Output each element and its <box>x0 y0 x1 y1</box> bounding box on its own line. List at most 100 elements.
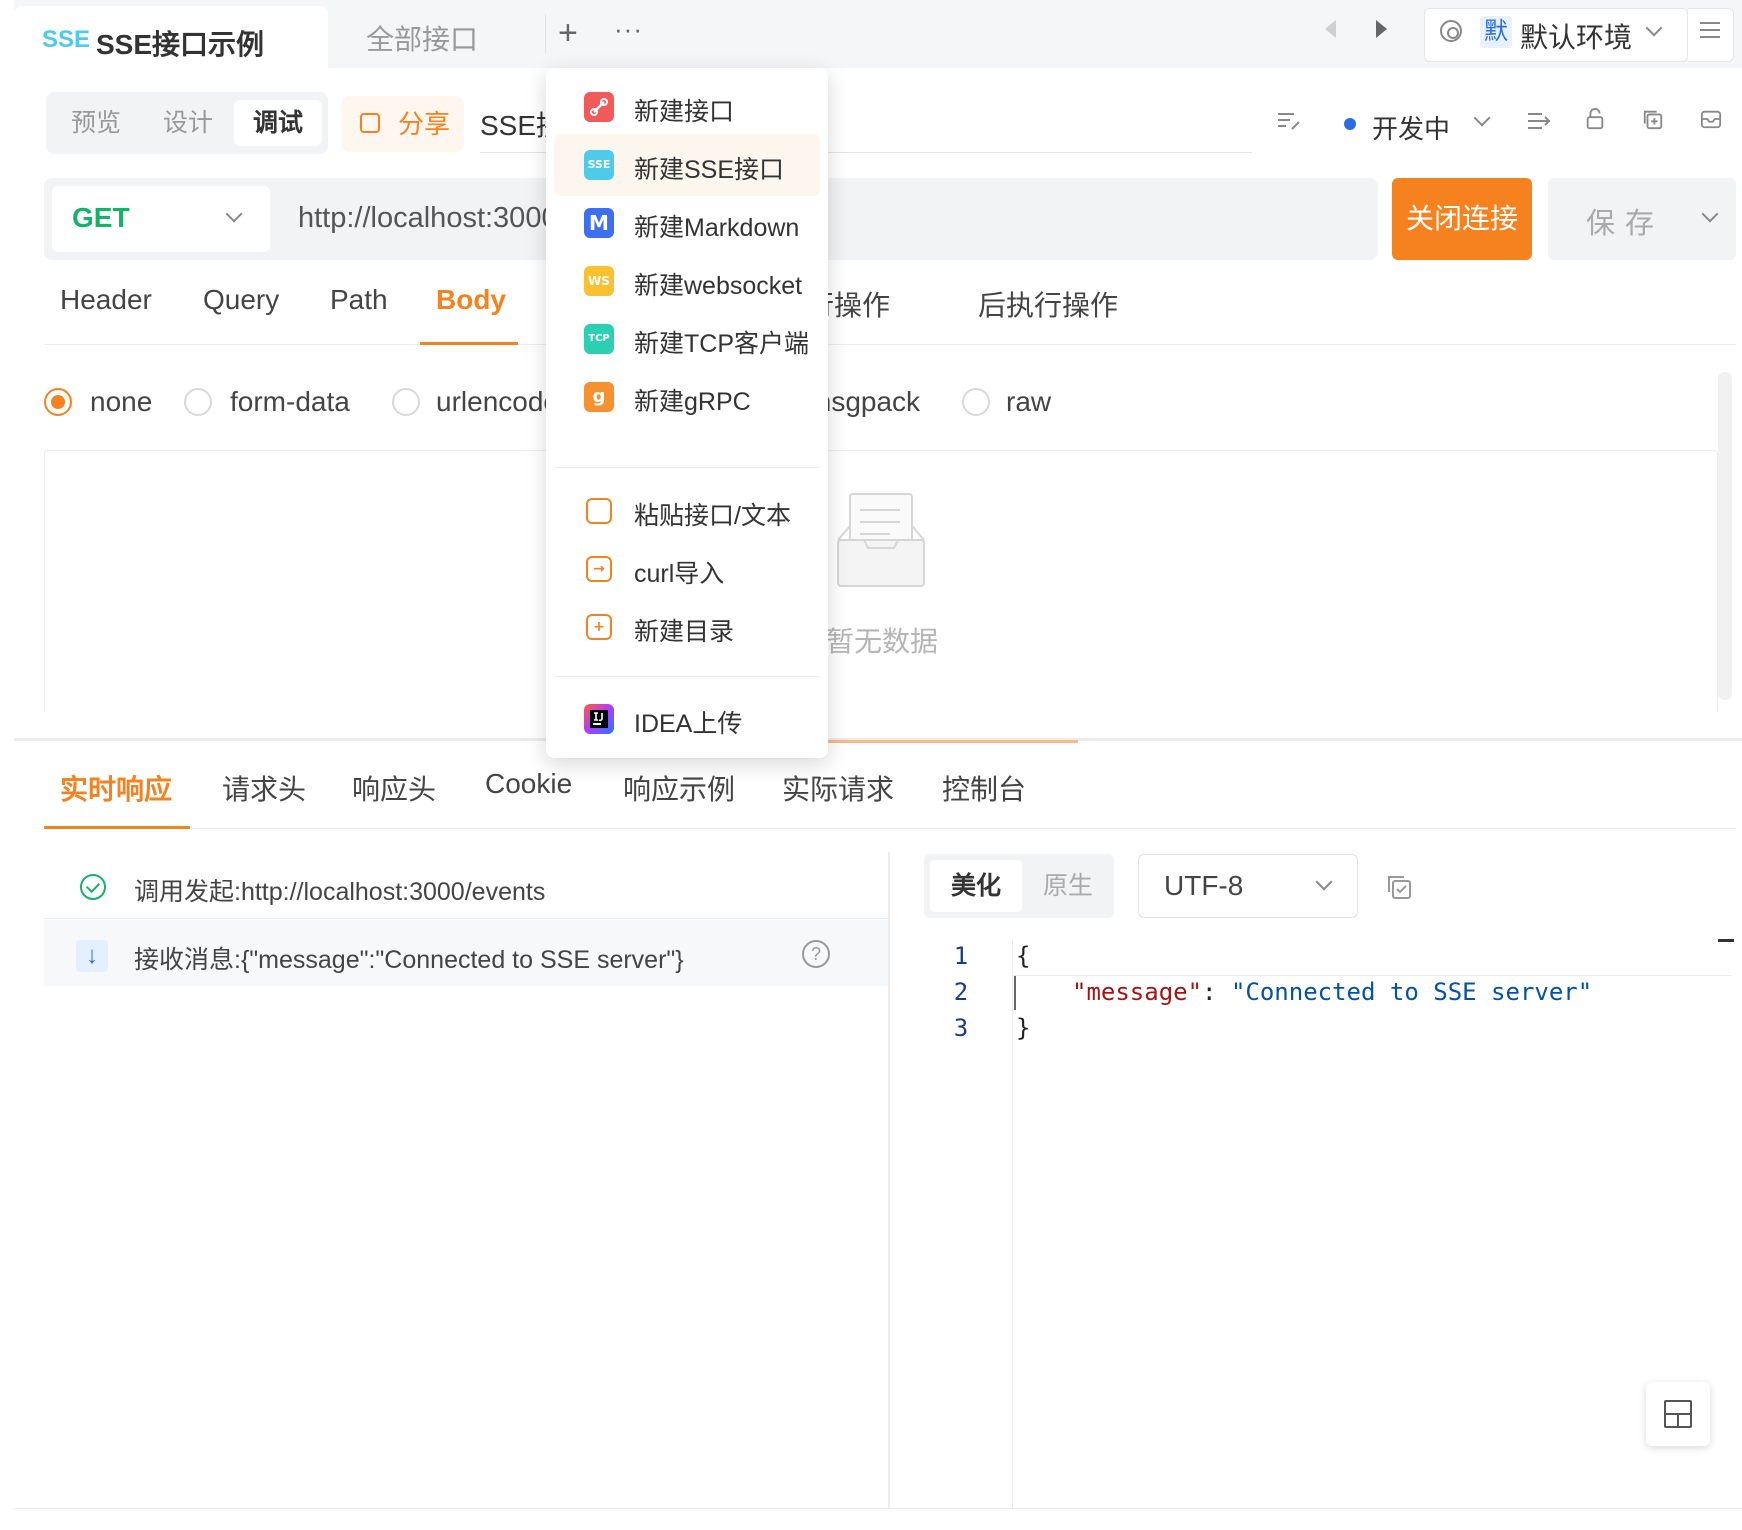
line-number: 3 <box>953 1014 969 1042</box>
tab-live-response[interactable]: 实时响应 <box>60 768 172 808</box>
mode-design[interactable]: 设计 <box>144 100 232 146</box>
menu-item-new-markdown[interactable]: M 新建Markdown <box>554 192 820 254</box>
menu-item-label: 新建TCP客户端 <box>634 330 810 358</box>
encoding-value: UTF-8 <box>1164 870 1244 901</box>
format-raw[interactable]: 原生 <box>1022 860 1114 912</box>
help-icon[interactable]: ? <box>802 940 830 968</box>
bottom-border <box>14 1508 1742 1509</box>
tab-query[interactable]: Query <box>203 284 279 316</box>
import-icon: → <box>586 556 612 582</box>
empty-state-text: 暂无数据 <box>826 626 939 657</box>
message-text: 调用发起:http://localhost:3000/events <box>134 878 546 906</box>
tab-post-request[interactable]: 后执行操作 <box>978 284 1118 324</box>
menu-divider <box>554 676 820 677</box>
message-text: 接收消息:{"message":"Connected to SSE server… <box>134 946 684 974</box>
websocket-icon: WS <box>584 266 614 296</box>
arrow-down-icon: ↓ <box>76 940 108 972</box>
tab-header[interactable]: Header <box>60 284 152 316</box>
chevron-down-icon[interactable] <box>1473 109 1491 127</box>
mode-preview[interactable]: 预览 <box>52 100 140 146</box>
link-icon <box>584 92 614 122</box>
status-dot <box>1344 118 1356 130</box>
menu-item-label: 新建目录 <box>634 618 735 646</box>
share-label: 分享 <box>398 109 451 139</box>
format-pretty[interactable]: 美化 <box>930 860 1022 912</box>
scroll-left-icon[interactable] <box>1325 20 1336 38</box>
tab-cookie[interactable]: Cookie <box>485 768 572 800</box>
tab-body[interactable]: Body <box>436 284 506 316</box>
radio-label-form-data[interactable]: form-data <box>230 386 350 418</box>
tab-actual-request[interactable]: 实际请求 <box>782 768 894 808</box>
tab-console[interactable]: 控制台 <box>942 768 1026 808</box>
json-key: "message" <box>1072 978 1203 1006</box>
menu-item-new-folder[interactable]: + 新建目录 <box>554 596 820 658</box>
tab-sse-example[interactable]: SSE SSE接口示例 <box>14 6 328 68</box>
status-selector[interactable]: 开发中 <box>1372 109 1450 146</box>
idea-icon <box>584 704 614 734</box>
menu-item-new-api[interactable]: 新建接口 <box>554 76 820 138</box>
line-number: 2 <box>953 978 969 1006</box>
check-circle-icon <box>80 874 106 900</box>
new-folder-icon: + <box>586 614 612 640</box>
menu-item-curl-import[interactable]: → curl导入 <box>554 538 820 600</box>
format-switch: 美化 原生 <box>924 854 1114 918</box>
share-button[interactable]: 分享 <box>342 96 464 152</box>
active-tab-indicator <box>420 342 518 345</box>
save-label: 保存 <box>1586 208 1665 240</box>
menu-item-paste[interactable]: 粘贴接口/文本 <box>554 480 820 542</box>
menu-item-idea-upload[interactable]: IDEA上传 <box>554 688 820 750</box>
menu-item-label: IDEA上传 <box>634 710 743 738</box>
radio-label-raw[interactable]: raw <box>1006 386 1051 418</box>
list-divider <box>44 918 888 919</box>
tcp-icon: TCP <box>584 324 614 354</box>
tab-divider <box>545 14 546 54</box>
menu-item-new-grpc[interactable]: g 新建gRPC <box>554 366 820 428</box>
scrollbar[interactable] <box>1718 372 1732 700</box>
radio-urlencoded[interactable] <box>392 388 420 416</box>
archive-icon[interactable] <box>1698 108 1724 130</box>
line-number: 1 <box>953 942 969 970</box>
radio-raw[interactable] <box>962 388 990 416</box>
radio-none[interactable] <box>44 388 72 416</box>
tab-title: SSE接口示例 <box>96 29 265 60</box>
environment-settings-icon[interactable] <box>1440 20 1462 42</box>
tab-path[interactable]: Path <box>330 284 388 316</box>
lock-icon[interactable] <box>1582 108 1608 130</box>
new-item-menu: 新建接口 SSE 新建SSE接口 M 新建Markdown WS 新建webso… <box>546 68 828 758</box>
indent-guide <box>1014 976 1016 1010</box>
menu-item-label: 新建Markdown <box>634 214 800 242</box>
duplicate-icon[interactable] <box>1640 108 1666 130</box>
radio-label-none[interactable]: none <box>90 386 152 418</box>
panel-divider[interactable] <box>888 852 890 1508</box>
code-line: "message": "Connected to SSE server" <box>1072 978 1592 1006</box>
menu-divider <box>554 467 820 468</box>
active-line-border <box>1012 975 1732 976</box>
tab-response-headers[interactable]: 响应头 <box>352 768 436 808</box>
menu-item-label: curl导入 <box>634 560 725 588</box>
response-tabs-divider <box>44 828 1736 829</box>
tab-request-headers[interactable]: 请求头 <box>222 768 306 808</box>
hamburger-icon <box>1700 22 1720 38</box>
code-line: } <box>1016 1014 1031 1042</box>
copy-icon[interactable] <box>1386 874 1412 900</box>
close-connection-button[interactable]: 关闭连接 <box>1392 178 1532 260</box>
tab-all-apis[interactable]: 全部接口 <box>366 18 478 58</box>
menu-item-new-websocket[interactable]: WS 新建websocket <box>554 250 820 312</box>
layout-toggle-button[interactable] <box>1646 1382 1710 1446</box>
scroll-right-icon[interactable] <box>1376 20 1387 38</box>
menu-item-new-tcp[interactable]: TCP 新建TCP客户端 <box>554 308 820 370</box>
active-tab-indicator <box>44 826 190 829</box>
add-tab-button[interactable]: + <box>558 14 578 53</box>
mode-debug[interactable]: 调试 <box>234 100 322 146</box>
more-tabs-button[interactable]: ··· <box>614 14 643 45</box>
layout-icon <box>1664 1400 1692 1428</box>
menu-item-new-sse[interactable]: SSE 新建SSE接口 <box>554 134 820 196</box>
empty-box-icon <box>837 493 925 587</box>
edit-description-icon[interactable] <box>1276 110 1302 132</box>
radio-form-data[interactable] <box>184 388 212 416</box>
environment-badge: 默 <box>1480 16 1512 48</box>
markdown-icon: M <box>584 208 614 238</box>
tab-response-example[interactable]: 响应示例 <box>623 768 735 808</box>
run-order-icon[interactable] <box>1526 110 1552 132</box>
method-value: GET <box>72 202 130 233</box>
